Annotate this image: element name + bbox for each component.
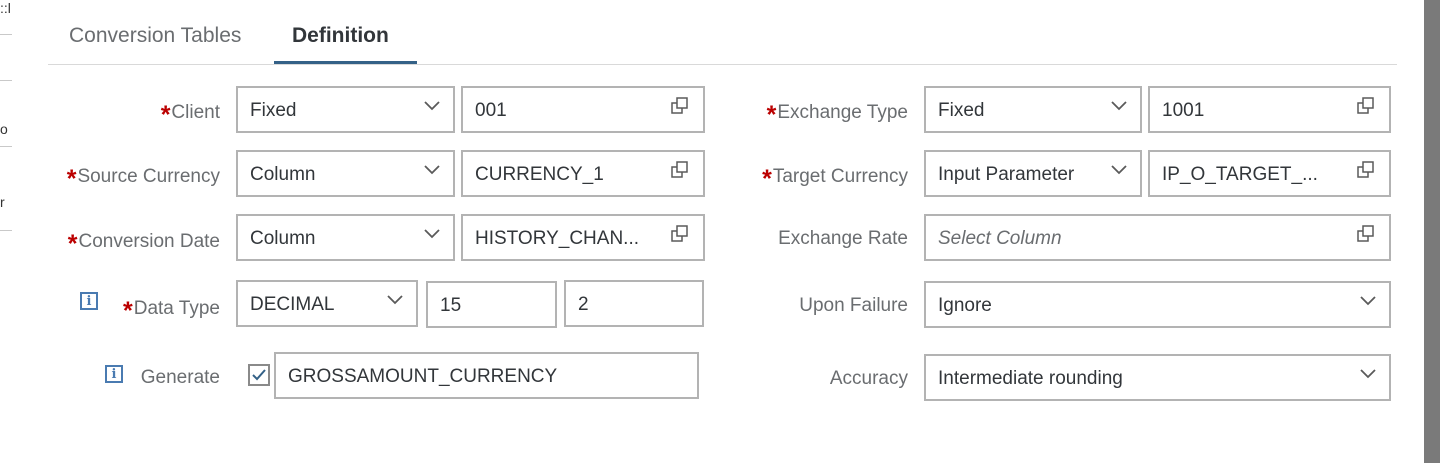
target-currency-value-input[interactable]: IP_O_TARGET_... bbox=[1148, 150, 1391, 197]
data-type-label: *Data Type bbox=[123, 297, 220, 325]
value-help-icon[interactable] bbox=[1357, 97, 1375, 115]
conversion-date-label: *Conversion Date bbox=[67, 230, 220, 258]
background-text: r bbox=[0, 194, 5, 210]
required-marker: * bbox=[762, 165, 772, 193]
conversion-date-type-select[interactable]: Column bbox=[236, 214, 455, 261]
chevron-down-icon bbox=[1360, 296, 1376, 306]
target-currency-type-select[interactable]: Input Parameter bbox=[924, 150, 1142, 197]
background-text: o bbox=[0, 121, 8, 137]
active-tab-indicator bbox=[274, 61, 417, 64]
chevron-down-icon bbox=[424, 101, 440, 111]
exchange-type-label: *Exchange Type bbox=[766, 101, 908, 129]
data-type-length-input[interactable]: 15 bbox=[426, 281, 557, 328]
required-marker: * bbox=[160, 101, 171, 129]
target-currency-label: *Target Currency bbox=[762, 165, 908, 193]
required-marker: * bbox=[123, 297, 133, 325]
required-marker: * bbox=[66, 165, 77, 193]
exchange-rate-label: Exchange Rate bbox=[778, 228, 908, 249]
exchange-rate-input[interactable]: Select Column bbox=[924, 214, 1391, 261]
tab-bar: Conversion Tables Definition bbox=[48, 0, 1397, 65]
conversion-date-value-input[interactable]: HISTORY_CHAN... bbox=[461, 214, 705, 261]
info-icon[interactable]: i bbox=[105, 365, 123, 383]
generate-label: Generate bbox=[140, 367, 220, 388]
value-help-icon[interactable] bbox=[671, 161, 689, 179]
background-divider bbox=[0, 230, 12, 231]
value-help-icon[interactable] bbox=[671, 225, 689, 243]
chevron-down-icon bbox=[424, 165, 440, 175]
source-currency-label: *Source Currency bbox=[66, 165, 220, 193]
currency-conversion-dialog: Conversion Tables Definition *Client Fix… bbox=[12, 0, 1424, 463]
source-currency-value-input[interactable]: CURRENCY_1 bbox=[461, 150, 705, 197]
upon-failure-label: Upon Failure bbox=[799, 295, 908, 316]
required-marker: * bbox=[766, 101, 777, 129]
chevron-down-icon bbox=[424, 229, 440, 239]
value-help-icon[interactable] bbox=[1357, 161, 1375, 179]
accuracy-select[interactable]: Intermediate rounding bbox=[924, 354, 1391, 401]
client-type-select[interactable]: Fixed bbox=[236, 86, 455, 133]
chevron-down-icon bbox=[1111, 101, 1127, 111]
exchange-type-select[interactable]: Fixed bbox=[924, 86, 1142, 133]
client-label: *Client bbox=[160, 101, 220, 129]
generate-checkbox[interactable] bbox=[248, 364, 270, 386]
background-divider bbox=[0, 146, 12, 147]
data-type-scale-input[interactable]: 2 bbox=[564, 280, 704, 327]
chevron-down-icon bbox=[1111, 165, 1127, 175]
dialog-overlay-edge bbox=[1424, 0, 1440, 463]
exchange-type-value-input[interactable]: 1001 bbox=[1148, 86, 1391, 133]
tab-definition[interactable]: Definition bbox=[292, 24, 389, 48]
chevron-down-icon bbox=[387, 295, 403, 305]
value-help-icon[interactable] bbox=[1357, 225, 1375, 243]
tab-conversion-tables[interactable]: Conversion Tables bbox=[69, 24, 241, 48]
source-currency-type-select[interactable]: Column bbox=[236, 150, 455, 197]
background-divider bbox=[0, 80, 12, 81]
data-type-select[interactable]: DECIMAL bbox=[236, 280, 418, 327]
background-divider bbox=[0, 34, 12, 35]
background-text: ::l bbox=[0, 0, 11, 16]
accuracy-label: Accuracy bbox=[829, 368, 908, 389]
required-marker: * bbox=[67, 230, 78, 258]
info-icon[interactable]: i bbox=[80, 292, 98, 310]
checkmark-icon bbox=[252, 369, 266, 381]
background-page: ::l o r bbox=[0, 0, 12, 463]
upon-failure-select[interactable]: Ignore bbox=[924, 281, 1391, 328]
client-value-input[interactable]: 001 bbox=[461, 86, 705, 133]
value-help-icon[interactable] bbox=[671, 97, 689, 115]
chevron-down-icon bbox=[1360, 369, 1376, 379]
generate-name-input[interactable]: GROSSAMOUNT_CURRENCY bbox=[274, 352, 699, 399]
